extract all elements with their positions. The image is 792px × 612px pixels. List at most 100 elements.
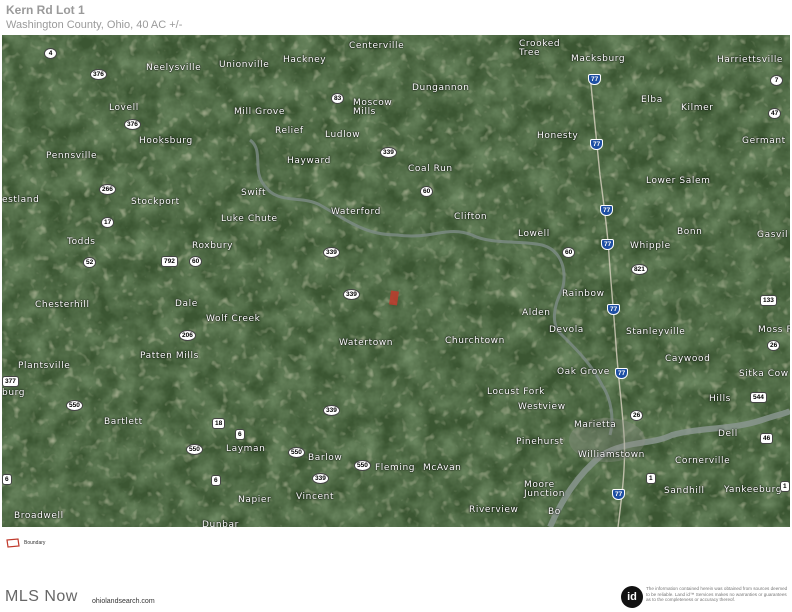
place-label: Rainbow (562, 289, 605, 299)
route-shield: 6 (235, 429, 245, 440)
route-shield: 1 (780, 481, 790, 492)
disclaimer-text: The information contained herein was obt… (646, 586, 788, 602)
place-label: Luke Chute (221, 214, 278, 224)
place-label: Stanleyville (626, 327, 686, 337)
place-label: Gasvil (757, 230, 789, 240)
place-label: Todds (67, 237, 96, 247)
place-label: McAvan (423, 463, 462, 473)
place-label: Germant (742, 136, 786, 146)
place-label: Sitka Cow (739, 369, 789, 379)
place-label: Devola (549, 325, 584, 335)
place-label: Patten Mills (140, 351, 199, 361)
route-shield: 339 (312, 473, 329, 484)
place-label: Whipple (630, 241, 671, 251)
place-label: Layman (226, 444, 266, 454)
place-label: Pennsville (46, 151, 98, 161)
place-label: Plantsville (18, 361, 71, 371)
place-label: Napier (238, 495, 272, 505)
route-shield: 6 (211, 475, 221, 486)
place-label: Elba (641, 95, 663, 105)
route-shield: 377 (2, 376, 19, 387)
place-label: Broadwell (14, 511, 64, 521)
place-label: Waterford (331, 207, 381, 217)
place-label: Watertown (339, 338, 394, 348)
route-shield: 6 (2, 474, 12, 485)
place-label: Ludlow (325, 130, 361, 140)
route-shield: 1 (646, 473, 656, 484)
route-shield: 18 (212, 418, 226, 429)
place-label: Westview (518, 402, 566, 412)
route-shield: 550 (288, 447, 305, 458)
place-label: Fleming (375, 463, 416, 473)
place-label: Moore Junction (524, 480, 566, 499)
place-label: Swift (241, 188, 267, 198)
place-label: Harriettsville (717, 55, 784, 65)
place-label: Cornerville (675, 456, 731, 466)
route-shield: 46 (760, 433, 774, 444)
route-shield: 792 (161, 256, 178, 267)
place-label: Bartlett (104, 417, 143, 427)
place-label: Hackney (283, 55, 327, 65)
route-shield: 206 (179, 330, 196, 341)
place-label: Kilmer (681, 103, 714, 113)
place-label: Relief (275, 126, 304, 136)
route-shield: 550 (66, 400, 83, 411)
route-shield: 550 (186, 444, 203, 455)
place-label: Yankeeburg (724, 485, 783, 495)
satellite-map[interactable]: Centerville Crooked Tree Macksburg Harriett… (2, 35, 790, 527)
place-label: Macksburg (571, 54, 626, 64)
place-label: Dale (175, 299, 198, 309)
route-shield: 133 (760, 295, 777, 306)
place-label: Chesterhill (35, 300, 90, 310)
mls-now-logo: MLS Now (5, 588, 78, 605)
place-label: Stockport (131, 197, 180, 207)
route-shield: 544 (750, 392, 767, 403)
route-shield: 4 (44, 48, 57, 59)
place-label: Clifton (454, 212, 488, 222)
place-label: Barlow (308, 453, 343, 463)
place-label: Moscow Mills (353, 98, 393, 117)
place-label: Unionville (219, 60, 270, 70)
place-label: Neelysville (146, 63, 202, 73)
place-label: Locust Fork (487, 387, 545, 397)
place-label: Crooked Tree (519, 39, 561, 58)
place-label: Lower Salem (646, 176, 711, 186)
route-shield: 266 (99, 184, 116, 195)
boundary-swatch (6, 538, 20, 548)
place-label: Bo (548, 507, 561, 517)
place-label: Hooksburg (139, 136, 193, 146)
place-label: Coal Run (408, 164, 453, 174)
place-label: Bonn (677, 227, 703, 237)
legend-label: Boundary (24, 540, 46, 546)
place-label: Dunbar (202, 520, 239, 527)
place-label: Caywood (665, 354, 711, 364)
place-label: Centerville (349, 41, 405, 51)
route-shield: 339 (380, 147, 397, 158)
route-shield: 550 (354, 460, 371, 471)
route-shield: 821 (631, 264, 648, 275)
place-label: burg (2, 388, 26, 398)
place-label: estland (2, 195, 40, 205)
website-link[interactable]: ohiolandsearch.com (92, 598, 155, 605)
place-label: Wolf Creek (206, 314, 261, 324)
place-label: Lowell (518, 229, 550, 239)
place-label: Dell (718, 429, 738, 439)
place-label: Hayward (287, 156, 331, 166)
map-header: Kern Rd Lot 1 Washington County, Ohio, 4… (6, 3, 182, 32)
place-label: Mill Grove (234, 107, 285, 117)
route-shield: 376 (124, 119, 141, 130)
place-label: Williamstown (578, 450, 645, 460)
place-label: Alden (522, 308, 551, 318)
page-subtitle: Washington County, Ohio, 40 AC +/- (6, 19, 183, 31)
land-id-logo: id (621, 586, 643, 608)
place-label: Marietta (574, 420, 617, 430)
place-label: Hills (709, 394, 731, 404)
place-label: Riverview (469, 505, 519, 515)
place-label: Sandhill (664, 486, 705, 496)
place-label: Honesty (537, 131, 579, 141)
place-label: Dungannon (412, 83, 470, 93)
route-shield: 7 (770, 75, 783, 86)
route-shield: 339 (323, 247, 340, 258)
place-label: Oak Grove (557, 367, 610, 377)
place-label: Lovell (109, 103, 139, 113)
